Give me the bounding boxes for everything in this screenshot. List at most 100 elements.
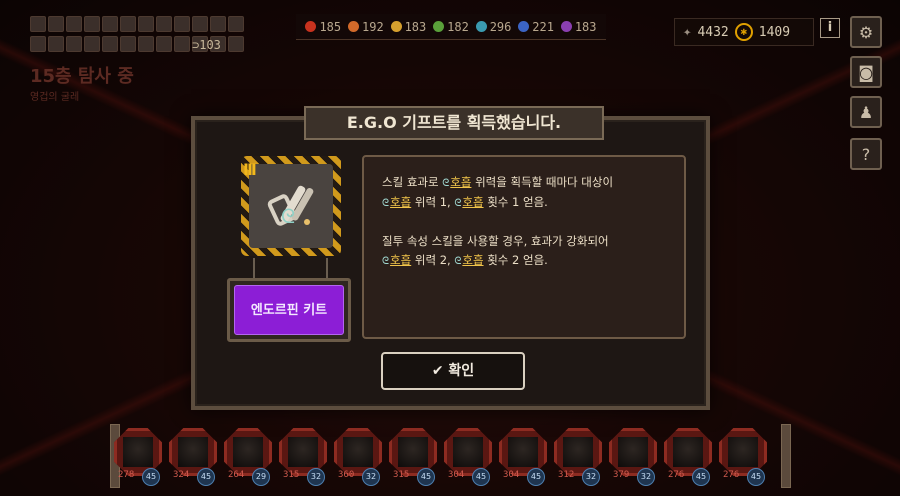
sinner-slot[interactable]: 360 32 <box>332 428 384 490</box>
gift-slot[interactable] <box>174 36 190 52</box>
resource-value: 192 <box>362 19 384 34</box>
portrait-art <box>563 437 593 467</box>
dialog-title: E.G.O 기프트를 획득했습니다. <box>304 106 604 140</box>
gift-slot[interactable] <box>66 16 82 32</box>
shard-icon: ✦ <box>683 24 692 40</box>
lunacy-count: 1409 <box>758 24 791 40</box>
gift-slot[interactable] <box>156 36 172 52</box>
sinner-sp: 32 <box>582 468 600 486</box>
gift-slot[interactable] <box>120 16 136 32</box>
gift-slot[interactable] <box>48 36 64 52</box>
sinner-hp: 276 <box>668 470 685 480</box>
gift-slot[interactable] <box>138 36 154 52</box>
sinner-slot[interactable]: 324 45 <box>167 428 219 490</box>
gift-slot[interactable] <box>30 16 46 32</box>
gift-slot[interactable] <box>156 16 172 32</box>
currency-panel: ✦ 4432 ✱ 1409 <box>674 18 814 46</box>
sinner-slot[interactable]: 304 45 <box>497 428 549 490</box>
gift-slot[interactable] <box>102 36 118 52</box>
keyword-breath[interactable]: 호흡 <box>390 253 411 267</box>
keyword-breath[interactable]: 호흡 <box>462 253 483 267</box>
resource-item: 185 <box>305 20 341 34</box>
sinner-slot[interactable]: 312 32 <box>552 428 604 490</box>
sinner-hp: 276 <box>723 470 740 480</box>
sinner-hp: 312 <box>558 470 575 480</box>
sinner-hp: 379 <box>613 470 630 480</box>
gift-slot[interactable] <box>30 36 46 52</box>
keyword-breath[interactable]: 호흡 <box>462 195 483 209</box>
sinner-sp: 32 <box>307 468 325 486</box>
resource-item: 182 <box>433 20 469 34</box>
sinner-slot[interactable]: 278 45 <box>112 428 164 490</box>
sinner-hp: 315 <box>283 470 300 480</box>
sinner-sp: 32 <box>637 468 655 486</box>
sinner-slot[interactable]: 276 45 <box>717 428 769 490</box>
person-icon: ♟ <box>858 102 874 122</box>
gift-slot[interactable] <box>102 16 118 32</box>
resource-value: 182 <box>447 19 469 34</box>
portrait-art <box>508 437 538 467</box>
gift-slot[interactable] <box>174 16 190 32</box>
resource-item: 192 <box>348 20 384 34</box>
gift-slot[interactable] <box>228 16 244 32</box>
gift-slot[interactable] <box>228 36 244 52</box>
gift-count: ⊃103 <box>192 38 221 52</box>
sinner-sp: 45 <box>197 468 215 486</box>
breath-icon: ᘓ <box>454 256 462 267</box>
sin-affinity-icon <box>475 21 487 32</box>
gift-name-plate: 엔도르핀 키트 <box>227 278 351 342</box>
sinner-slot[interactable]: 264 29 <box>222 428 274 490</box>
gift-slot[interactable] <box>84 16 100 32</box>
breath-icon: ᘓ <box>442 178 450 189</box>
desc-paragraph-1: 스킬 효과로 ᘓ호흡 위력을 획득할 때마다 대상이 ᘓ호흡 위력 1, ᘓ호흡… <box>382 175 614 209</box>
sinner-slot[interactable]: 304 45 <box>442 428 494 490</box>
shard-count: 4432 <box>697 24 729 40</box>
resource-value: 296 <box>489 19 512 34</box>
portrait-art <box>618 437 648 467</box>
sinner-sp: 32 <box>362 468 380 486</box>
resource-item: 296 <box>475 19 512 34</box>
floor-subtitle: 영겁의 굴레 <box>30 92 80 103</box>
gift-slot[interactable] <box>48 16 64 32</box>
sinner-roster: 278 45 324 45 264 29 315 32 360 32 315 45 304 45 304 45… <box>112 428 786 490</box>
identity-button[interactable]: ♟ <box>850 96 882 128</box>
portrait-art <box>233 437 263 467</box>
sinner-sp: 45 <box>472 468 490 486</box>
sinner-slot[interactable]: 276 45 <box>662 428 714 490</box>
keyword-breath[interactable]: 호흡 <box>390 195 411 209</box>
sinner-sp: 29 <box>252 468 270 486</box>
breath-icon: ᘓ <box>382 256 390 267</box>
gift-slot[interactable] <box>84 36 100 52</box>
resource-item: 183 <box>560 20 597 34</box>
sinner-sp: 45 <box>692 468 710 486</box>
gift-slot[interactable] <box>120 36 136 52</box>
theater-button[interactable]: ◙ <box>850 56 882 88</box>
confirm-label: 확인 <box>448 363 475 379</box>
desc-paragraph-2: 질투 속성 스킬을 사용할 경우, 효과가 강화되어 ᘓ호흡 위력 2, ᘓ호흡… <box>382 234 609 267</box>
gift-slot[interactable] <box>192 16 208 32</box>
confirm-button[interactable]: ✔ 확인 <box>381 352 525 390</box>
gift-slot[interactable] <box>210 16 226 32</box>
sinner-hp: 360 <box>338 470 355 480</box>
settings-button[interactable]: ⚙ <box>850 16 882 48</box>
sinner-hp: 264 <box>228 470 245 480</box>
chain-left <box>253 258 255 280</box>
portrait-art <box>123 437 153 467</box>
gift-slot[interactable] <box>66 36 82 52</box>
theater-icon: ◙ <box>858 62 874 82</box>
info-button[interactable]: i <box>820 18 840 38</box>
chain-right <box>326 258 328 280</box>
sinner-sp: 45 <box>142 468 160 486</box>
sinner-slot[interactable]: 315 45 <box>387 428 439 490</box>
sinner-slot[interactable]: 379 32 <box>607 428 659 490</box>
keyword-breath[interactable]: 호흡 <box>450 175 471 189</box>
help-button[interactable]: ? <box>850 138 882 170</box>
sin-affinity-icon <box>560 21 572 32</box>
sinner-slot[interactable]: 315 32 <box>277 428 329 490</box>
resource-item: 183 <box>390 20 426 34</box>
breath-icon: ᘓ <box>454 198 462 209</box>
sinner-sp: 45 <box>417 468 435 486</box>
sinner-hp: 304 <box>448 470 465 480</box>
breath-status-icon: ᘓ <box>281 204 296 228</box>
gift-slot[interactable] <box>138 16 154 32</box>
